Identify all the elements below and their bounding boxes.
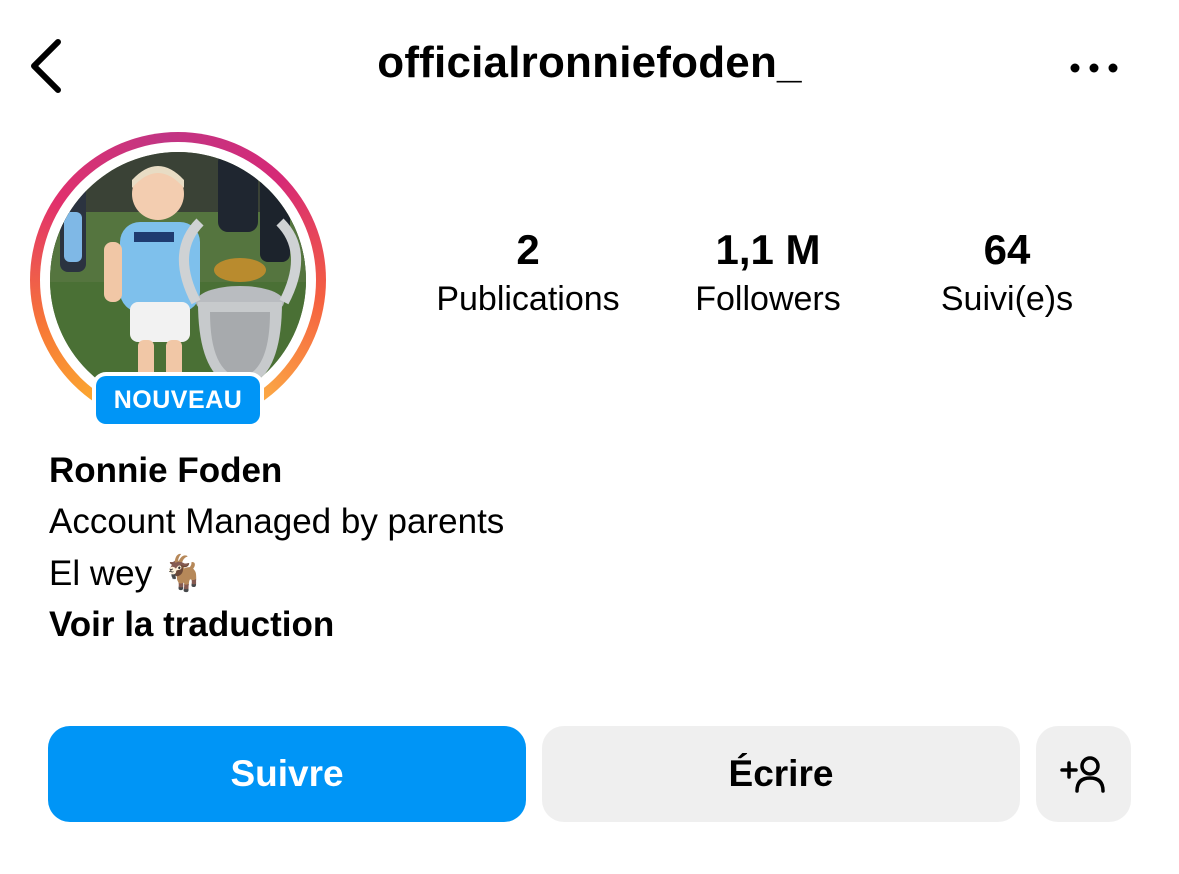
add-user-button[interactable] [1036,726,1131,822]
stat-followers[interactable]: 1,1 M Followers [638,226,898,322]
bio-line: Account Managed by parents [49,502,505,541]
bio-line: El wey 🐐 [49,554,206,593]
stat-count: 1,1 M [715,226,821,273]
profile-display-name: Ronnie Foden [49,451,283,490]
message-button[interactable]: Écrire [542,726,1020,822]
profile-screen: officialronniefoden_ NOUVEAU 2 Publicati… [0,0,1179,874]
stat-publications[interactable]: 2 Publications [398,226,658,322]
see-translation-link[interactable]: Voir la traduction [49,600,949,650]
stat-count: 2 [516,226,540,273]
more-options-button[interactable] [1066,50,1122,86]
follow-button[interactable]: Suivre [48,726,526,822]
profile-username: officialronniefoden_ [377,38,802,87]
stat-label: Suivi(e)s [940,280,1074,318]
add-user-icon [1059,756,1105,793]
new-badge-label: NOUVEAU [96,376,260,424]
avatar[interactable]: NOUVEAU [30,132,326,428]
avatar-photo [50,152,306,408]
more-horizontal-icon [1070,63,1118,73]
stat-label: Followers [695,280,841,318]
stat-count: 64 [983,226,1031,273]
stat-label: Publications [436,280,620,318]
stat-following[interactable]: 64 Suivi(e)s [877,226,1137,322]
profile-bio: Ronnie Foden Account Managed by parents … [49,446,949,650]
new-badge: NOUVEAU [92,372,264,428]
